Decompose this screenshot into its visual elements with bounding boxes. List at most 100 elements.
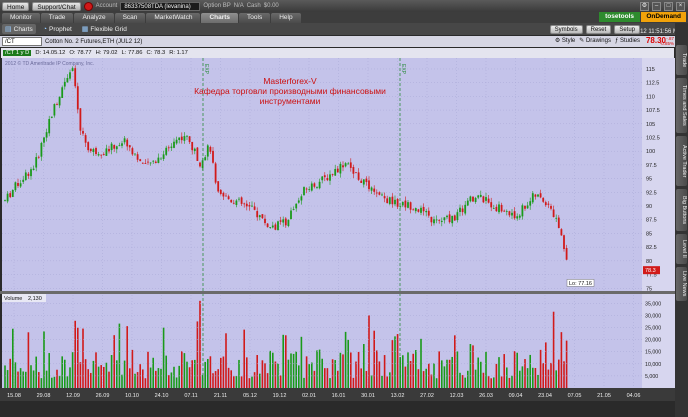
candle-body xyxy=(368,180,370,190)
close-icon[interactable]: × xyxy=(676,2,685,11)
support-chat-button[interactable]: Support/Chat xyxy=(32,1,81,11)
volume-bar xyxy=(25,371,27,388)
volume-bar xyxy=(90,372,92,388)
candle-body xyxy=(524,205,526,209)
price-chart[interactable]: 115 112.5 110 107.5 105 102.5 100 97.5 95 92.5 90 8… xyxy=(0,58,675,401)
volume-bar xyxy=(454,335,456,388)
record-icon[interactable] xyxy=(83,1,93,11)
time-tick-label: 23.04 xyxy=(538,393,552,399)
candle-body xyxy=(529,201,532,206)
candle-body xyxy=(349,162,352,168)
volume-bar xyxy=(186,361,188,388)
candle-body xyxy=(108,148,110,152)
settings-icon[interactable]: ⚙ xyxy=(640,2,649,11)
volume-bar xyxy=(438,351,440,388)
tab-marketwatch[interactable]: MarketWatch xyxy=(146,13,201,23)
symbol-input[interactable]: /CT xyxy=(2,37,42,46)
change-percent: -0.85% xyxy=(659,41,674,46)
candle-body xyxy=(446,215,448,218)
subtab-charts[interactable]: ▤ Charts xyxy=(2,24,36,34)
time-tick-label: 30.01 xyxy=(361,393,375,399)
reset-button[interactable]: Reset xyxy=(585,25,612,34)
candle-body xyxy=(212,150,214,163)
tab-help[interactable]: Help xyxy=(271,13,301,23)
tab-scan[interactable]: Scan xyxy=(114,13,146,23)
volume-bar xyxy=(318,349,321,388)
candle-body xyxy=(394,199,396,205)
setup-button[interactable]: Setup xyxy=(614,25,640,34)
home-button[interactable]: Home xyxy=(2,1,30,11)
volume-tick-label: 25,000 xyxy=(645,325,661,331)
candle-body xyxy=(521,205,524,217)
option-bp-label: Option BP xyxy=(203,3,231,9)
right-tab-level-ii[interactable]: Level II xyxy=(676,234,687,264)
volume-bar xyxy=(87,369,89,388)
candle-body xyxy=(149,162,152,164)
candle-body xyxy=(269,227,272,228)
candle-body xyxy=(165,147,168,155)
volume-bar xyxy=(316,350,318,388)
candle-body xyxy=(92,149,95,152)
candle-body xyxy=(261,214,264,219)
subtab-prophet[interactable]: ◔ Prophet xyxy=(40,24,75,34)
volume-bar xyxy=(152,357,154,388)
candle-body xyxy=(370,187,373,191)
volume-bar xyxy=(30,365,32,388)
volume-bar xyxy=(503,354,505,388)
account-select[interactable]: 86337508TDA (levanina) xyxy=(120,1,201,11)
tosetools-button[interactable]: tosetools xyxy=(599,12,640,22)
volume-bar xyxy=(300,336,303,388)
volume-bar xyxy=(539,349,542,388)
volume-bar xyxy=(378,361,381,388)
candle-body xyxy=(227,196,230,200)
volume-bar xyxy=(511,375,513,388)
candle-body xyxy=(248,205,251,207)
chart-aggregation-tag[interactable]: /CT 1 y D xyxy=(3,50,32,56)
volume-bar xyxy=(181,351,183,388)
candle-body xyxy=(534,194,537,197)
ohlc-date: D: 14.05.12 xyxy=(35,50,66,56)
candle-body xyxy=(492,208,495,210)
price-tick-label: 102.5 xyxy=(646,135,660,141)
candle-body xyxy=(557,217,560,229)
minimize-icon[interactable]: – xyxy=(652,2,661,11)
volume-bar xyxy=(173,366,175,388)
candle-body xyxy=(440,220,443,222)
candle-body xyxy=(323,175,326,178)
volume-bar xyxy=(56,369,58,388)
style-menu[interactable]: ⚙ Style xyxy=(555,37,575,44)
ondemand-button[interactable]: OnDemand xyxy=(641,12,686,22)
tab-monitor[interactable]: Monitor xyxy=(2,13,40,23)
right-tab-big-buttons[interactable]: Big Buttons xyxy=(676,189,687,231)
volume-bar xyxy=(537,374,539,388)
volume-bar xyxy=(305,356,308,388)
volume-bar xyxy=(266,373,269,388)
candle-body xyxy=(279,220,282,222)
maximize-icon[interactable]: □ xyxy=(664,2,673,11)
volume-bar xyxy=(292,353,295,388)
tab-analyze[interactable]: Analyze xyxy=(74,13,114,23)
candle-body xyxy=(339,163,342,174)
candle-body xyxy=(383,196,386,199)
volume-bar xyxy=(235,376,238,388)
volume-bar xyxy=(516,352,518,388)
studies-menu[interactable]: ƒ Studies xyxy=(615,38,640,44)
tab-charts[interactable]: Charts xyxy=(201,13,239,23)
candle-body xyxy=(53,104,56,116)
tab-tools[interactable]: Tools xyxy=(239,13,271,23)
candle-body xyxy=(253,206,256,210)
right-tab-live-news[interactable]: Live News xyxy=(676,267,687,301)
symbols-button[interactable]: Symbols xyxy=(549,25,583,34)
right-tab-trade[interactable]: Trade xyxy=(676,45,687,75)
volume-bar xyxy=(324,368,326,388)
tab-trade[interactable]: Trade xyxy=(40,13,74,23)
volume-bar xyxy=(534,367,537,388)
candle-body xyxy=(264,218,266,224)
right-tab-active-trader[interactable]: Active Trader xyxy=(676,136,687,186)
subtab-flexible-grid[interactable]: ▦ Flexible Grid xyxy=(79,24,130,34)
time-tick-label: 07.05 xyxy=(568,393,582,399)
volume-bar xyxy=(9,358,11,388)
drawings-menu[interactable]: ✎ Drawings xyxy=(579,37,611,44)
right-tab-times-and-sales[interactable]: Times and Sales xyxy=(676,78,687,133)
volume-bar xyxy=(79,362,82,388)
